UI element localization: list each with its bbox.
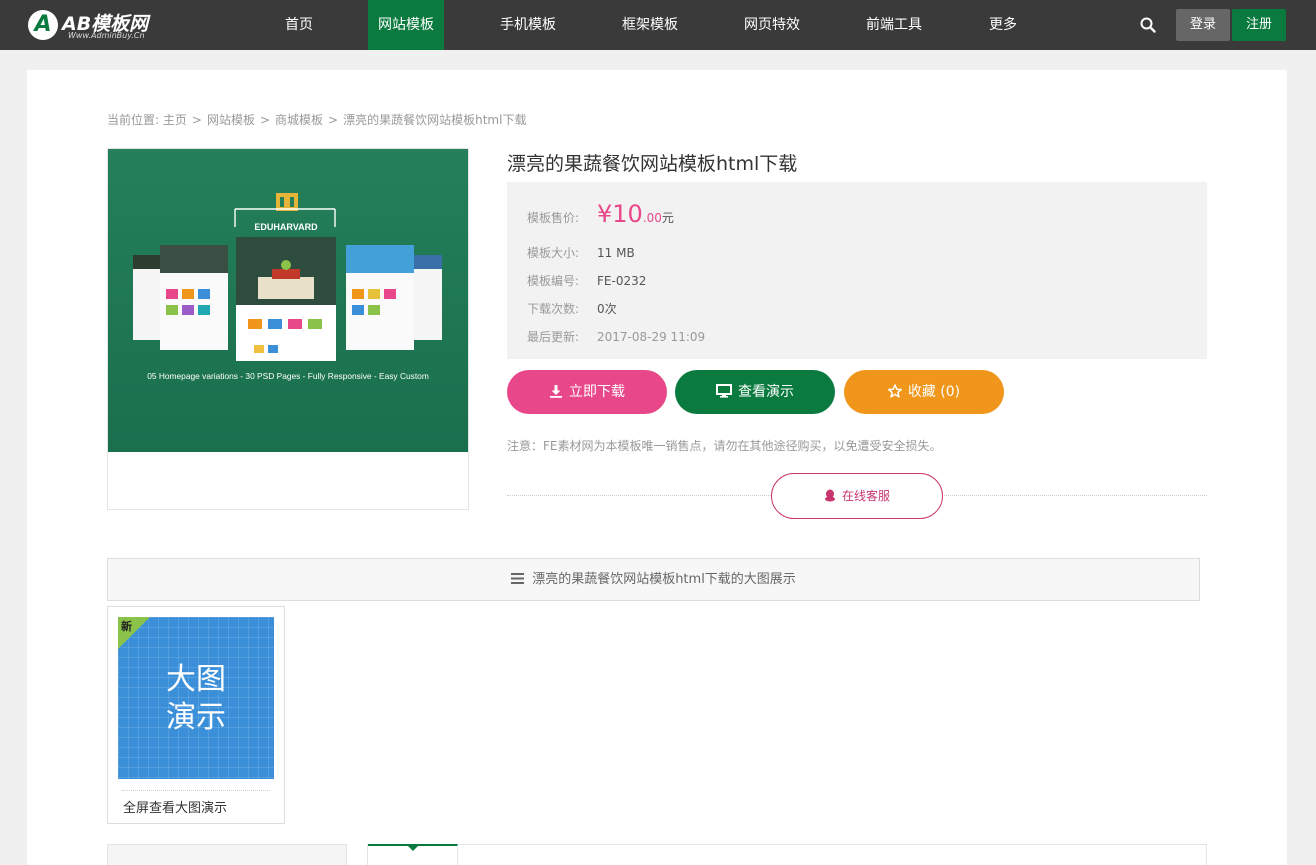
logo-mark: A <box>28 10 58 40</box>
purchase-notice: 注意：FE素材网为本模板唯一销售点，请勿在其他途径购买，以免遭受安全损失。 <box>507 439 942 453</box>
list-icon <box>511 573 525 584</box>
product-title: 漂亮的果蔬餐饮网站模板html下载 <box>507 153 798 175</box>
breadcrumb-link-shop-templates[interactable]: 商城模板 <box>275 113 323 127</box>
top-navbar: A AB模板网 Www.AdminBuy.Cn 首页 网站模板 手机模板 框架模… <box>0 0 1316 50</box>
code-label: 模板编号: <box>527 274 580 288</box>
nav-item-frontend-tools[interactable]: 前端工具 <box>856 0 932 50</box>
sidebar-panel <box>107 844 347 865</box>
nav-item-framework-templates[interactable]: 框架模板 <box>612 0 688 50</box>
price-decimal: .00 <box>642 211 662 225</box>
product-thumbnail-frame: EDUHARVARD 05 Homepage variations - 30 P… <box>107 148 469 510</box>
thumbnail-illustration: EDUHARVARD 05 Homepage variations - 30 P… <box>108 149 468 452</box>
code-value: FE-0232 <box>597 274 647 288</box>
view-demo-label: 查看演示 <box>738 384 794 400</box>
product-info-panel: 模板售价: ¥10.00元 模板大小: 11 MB 模板编号: FE-0232 下载次… <box>507 182 1207 359</box>
thumbnail-caption: 05 Homepage variations - 30 PSD Pages - … <box>147 371 429 381</box>
favorite-label: 收藏 (0) <box>907 384 961 400</box>
breadcrumb-link-website-templates[interactable]: 网站模板 <box>207 113 255 127</box>
updated-label: 最后更新: <box>527 330 580 344</box>
size-row: 模板大小: 11 MB <box>527 244 635 261</box>
updated-value: 2017-08-29 11:09 <box>597 330 706 344</box>
register-button[interactable]: 注册 <box>1232 9 1286 41</box>
divider <box>122 790 270 791</box>
downloads-value: 0次 <box>597 302 617 316</box>
site-logo[interactable]: A AB模板网 Www.AdminBuy.Cn <box>28 8 168 42</box>
big-image-demo-card[interactable]: 新 大图 演示 全屏查看大图演示 <box>107 606 285 824</box>
login-button[interactable]: 登录 <box>1176 9 1230 41</box>
price-row: 模板售价: ¥10.00元 <box>527 200 674 228</box>
price-label: 模板售价: <box>527 211 580 225</box>
downloads-row: 下载次数: 0次 <box>527 300 617 317</box>
big-image-section-title: 漂亮的果蔬餐饮网站模板html下载的大图展示 <box>532 572 796 587</box>
demo-title: 大图 演示 <box>166 662 226 735</box>
nav-item-mobile-templates[interactable]: 手机模板 <box>490 0 566 50</box>
breadcrumb-separator: > <box>259 113 271 127</box>
tab-active[interactable] <box>368 844 458 865</box>
downloads-label: 下载次数: <box>527 302 580 316</box>
breadcrumb-link-home[interactable]: 主页 <box>163 113 187 127</box>
logo-tagline: Www.AdminBuy.Cn <box>68 31 145 40</box>
breadcrumb-prefix: 当前位置: <box>107 113 160 127</box>
big-image-demo-thumbnail[interactable]: 新 大图 演示 <box>118 617 274 779</box>
big-image-section-header: 漂亮的果蔬餐饮网站模板html下载的大图展示 <box>107 558 1200 601</box>
detail-tabs <box>367 844 1207 865</box>
nav-item-more[interactable]: 更多 <box>978 0 1028 50</box>
size-label: 模板大小: <box>527 246 580 260</box>
breadcrumb-current[interactable]: 漂亮的果蔬餐饮网站模板html下载 <box>343 113 526 127</box>
star-icon <box>887 383 902 398</box>
thumbnail-brand: EDUHARVARD <box>254 222 318 232</box>
breadcrumb-separator: > <box>191 113 202 127</box>
updated-row: 最后更新: 2017-08-29 11:09 <box>527 328 705 345</box>
monitor-icon <box>716 383 732 398</box>
breadcrumb: 当前位置: 主页 > 网站模板 > 商城模板 > 漂亮的果蔬餐饮网站模板html下载 <box>107 111 526 128</box>
search-icon[interactable] <box>1139 16 1157 34</box>
online-service-label: 在线客服 <box>841 489 890 503</box>
online-service-button[interactable]: 在线客服 <box>771 473 943 519</box>
view-demo-button[interactable]: 查看演示 <box>675 370 835 414</box>
download-button[interactable]: 立即下载 <box>507 370 667 414</box>
price-value: ¥10 <box>597 200 643 228</box>
new-badge-text: 新 <box>121 620 132 633</box>
tab-indicator <box>408 846 418 851</box>
price-unit: 元 <box>661 211 674 225</box>
nav-item-website-templates[interactable]: 网站模板 <box>368 0 444 50</box>
nav-item-home[interactable]: 首页 <box>272 0 326 50</box>
breadcrumb-separator: > <box>328 113 339 127</box>
nav-item-web-effects[interactable]: 网页特效 <box>734 0 810 50</box>
download-label: 立即下载 <box>569 384 625 400</box>
fullscreen-demo-link[interactable]: 全屏查看大图演示 <box>123 797 227 816</box>
favorite-button[interactable]: 收藏 (0) <box>844 370 1004 414</box>
download-icon <box>550 384 562 398</box>
qq-icon <box>824 489 835 502</box>
code-row: 模板编号: FE-0232 <box>527 272 646 289</box>
product-thumbnail[interactable]: EDUHARVARD 05 Homepage variations - 30 P… <box>108 149 468 452</box>
size-value: 11 MB <box>597 246 635 260</box>
